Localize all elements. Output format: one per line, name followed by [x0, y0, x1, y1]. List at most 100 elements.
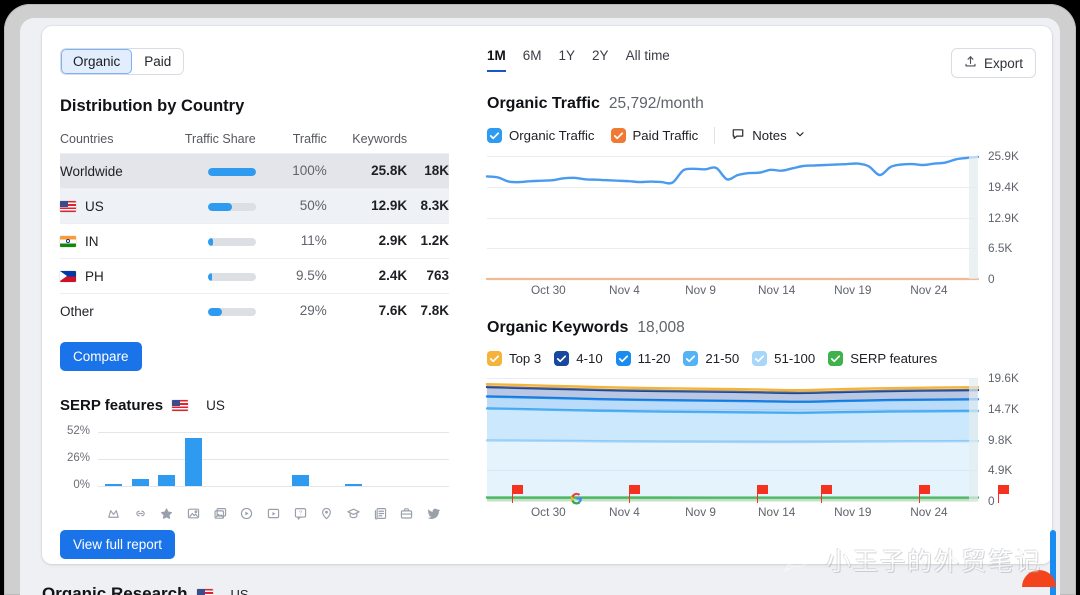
image-icon[interactable]: [180, 506, 207, 521]
serp-bar-sitelinks: [132, 479, 149, 485]
serp-y-tick: 26%: [60, 452, 90, 464]
legend-item-21-50[interactable]: 21-50: [683, 351, 739, 366]
share-bar-fill: [208, 273, 213, 281]
share-bar-fill: [208, 238, 213, 246]
legend-item-paid-traffic[interactable]: Paid Traffic: [611, 128, 699, 143]
event-marker-flag[interactable]: [512, 485, 523, 494]
share-bar-fill: [208, 203, 232, 211]
area-51-100: [487, 440, 978, 497]
traffic-share-cell: [152, 154, 256, 189]
legend-item-4-10[interactable]: 4-10: [554, 351, 602, 366]
knowledge-panel-icon[interactable]: [340, 506, 367, 521]
organic-paid-toggle[interactable]: Organic Paid: [60, 48, 184, 75]
serp-chart-bars: [100, 432, 447, 486]
traffic-line-svg: [487, 156, 978, 279]
serp-bar-slot[interactable]: [367, 432, 394, 486]
table-row[interactable]: Other29%7.6K7.8K: [60, 293, 449, 327]
serp-bar-slot[interactable]: [420, 432, 447, 486]
featured-snippet-icon[interactable]: [100, 506, 127, 521]
checkbox-icon[interactable]: [683, 351, 698, 366]
keywords-cell: 7.8K: [407, 293, 449, 327]
legend-label: 21-50: [705, 351, 739, 366]
keywords-chart-legend[interactable]: Top 3 4-10 11-20 21-50 51-100 SERP features: [487, 351, 1036, 366]
legend-item-serp-features[interactable]: SERP features: [828, 351, 937, 366]
traffic-chart-legend[interactable]: Organic Traffic Paid Traffic Notes: [487, 127, 1036, 144]
serp-bar-slot[interactable]: [394, 432, 421, 486]
legend-item-11-20[interactable]: 11-20: [616, 351, 671, 366]
legend-item-51-100[interactable]: 51-100: [752, 351, 815, 366]
traffic-cell[interactable]: 12.9K: [327, 188, 407, 223]
news-icon[interactable]: [367, 506, 394, 521]
reviews-icon[interactable]: [153, 506, 180, 521]
checkbox-icon[interactable]: [554, 351, 569, 366]
legend-label: Top 3: [509, 351, 541, 366]
country-label: PH: [85, 269, 104, 284]
y-axis-tick: 14.7K: [988, 402, 1019, 416]
checkbox-icon[interactable]: [752, 351, 767, 366]
left-panel: Organic Paid Distribution by Country Cou…: [42, 26, 467, 564]
jobs-icon[interactable]: [394, 506, 421, 521]
chart-end-highlight: [969, 378, 978, 501]
view-full-report-button[interactable]: View full report: [60, 530, 175, 559]
checkbox-icon[interactable]: [611, 128, 626, 143]
local-pack-icon[interactable]: [314, 506, 341, 521]
video-pack-icon[interactable]: [260, 506, 287, 521]
sitelinks-icon[interactable]: [127, 506, 154, 521]
serp-bar-slot[interactable]: [127, 432, 154, 486]
table-row[interactable]: PH9.5%2.4K763: [60, 258, 449, 293]
faq-icon[interactable]: ?: [287, 506, 314, 521]
traffic-cell[interactable]: 2.9K: [327, 223, 407, 258]
google-update-icon[interactable]: [570, 492, 583, 505]
x-axis-tick: Nov 9: [685, 283, 716, 297]
serp-bar-slot[interactable]: [314, 432, 341, 486]
checkbox-icon[interactable]: [828, 351, 843, 366]
traffic-cell[interactable]: 2.4K: [327, 258, 407, 293]
checkbox-icon[interactable]: [487, 128, 502, 143]
serp-bar-slot[interactable]: [180, 432, 207, 486]
table-row[interactable]: US50%12.9K8.3K: [60, 188, 449, 223]
serp-bar-slot[interactable]: [340, 432, 367, 486]
organic-traffic-label: Organic Traffic: [487, 95, 600, 113]
serp-bar-slot[interactable]: [260, 432, 287, 486]
video-icon[interactable]: [233, 506, 260, 521]
ph-flag-icon: [60, 271, 76, 282]
tab-organic[interactable]: Organic: [61, 49, 132, 74]
checkbox-icon[interactable]: [616, 351, 631, 366]
tab-paid[interactable]: Paid: [132, 49, 183, 74]
table-row[interactable]: IN11%2.9K1.2K: [60, 223, 449, 258]
serp-bar-slot[interactable]: [207, 432, 234, 486]
legend-item-top-3[interactable]: Top 3: [487, 351, 541, 366]
date-range-tabs[interactable]: 1M 6M 1Y 2Y All time: [487, 48, 670, 72]
keywords-cell[interactable]: 8.3K: [407, 188, 449, 223]
serp-bar-slot[interactable]: [100, 432, 127, 486]
twitter-icon[interactable]: [420, 506, 447, 521]
y-axis-tick: 6.5K: [988, 241, 1012, 255]
organic-research-title: Organic Research: [42, 584, 188, 595]
traffic-share-cell: [152, 258, 256, 293]
table-row[interactable]: Worldwide100%25.8K18K: [60, 154, 449, 189]
range-tab-all-time[interactable]: All time: [626, 48, 670, 72]
keywords-cell[interactable]: 763: [407, 258, 449, 293]
serp-bar-image: [185, 438, 202, 486]
col-countries: Countries: [60, 132, 152, 154]
compare-button[interactable]: Compare: [60, 342, 142, 371]
event-marker-flag[interactable]: [629, 485, 640, 494]
range-tab-6m[interactable]: 6M: [523, 48, 542, 72]
image-pack-icon[interactable]: [207, 506, 234, 521]
y-axis-tick: 19.6K: [988, 371, 1019, 385]
export-button[interactable]: Export: [951, 48, 1036, 78]
serp-bar-slot[interactable]: [287, 432, 314, 486]
serp-bar-slot[interactable]: [153, 432, 180, 486]
legend-item-organic-traffic[interactable]: Organic Traffic: [487, 128, 595, 143]
checkbox-icon[interactable]: [487, 351, 502, 366]
event-marker-flag[interactable]: [757, 485, 768, 494]
serp-bar-slot[interactable]: [233, 432, 260, 486]
range-tab-2y[interactable]: 2Y: [592, 48, 609, 72]
notes-dropdown[interactable]: Notes: [731, 127, 805, 144]
event-marker-flag[interactable]: [821, 485, 832, 494]
range-tab-1m[interactable]: 1M: [487, 48, 506, 72]
share-percent-cell: 100%: [256, 154, 327, 189]
keywords-cell[interactable]: 1.2K: [407, 223, 449, 258]
event-marker-flag[interactable]: [919, 485, 930, 494]
range-tab-1y[interactable]: 1Y: [559, 48, 576, 72]
